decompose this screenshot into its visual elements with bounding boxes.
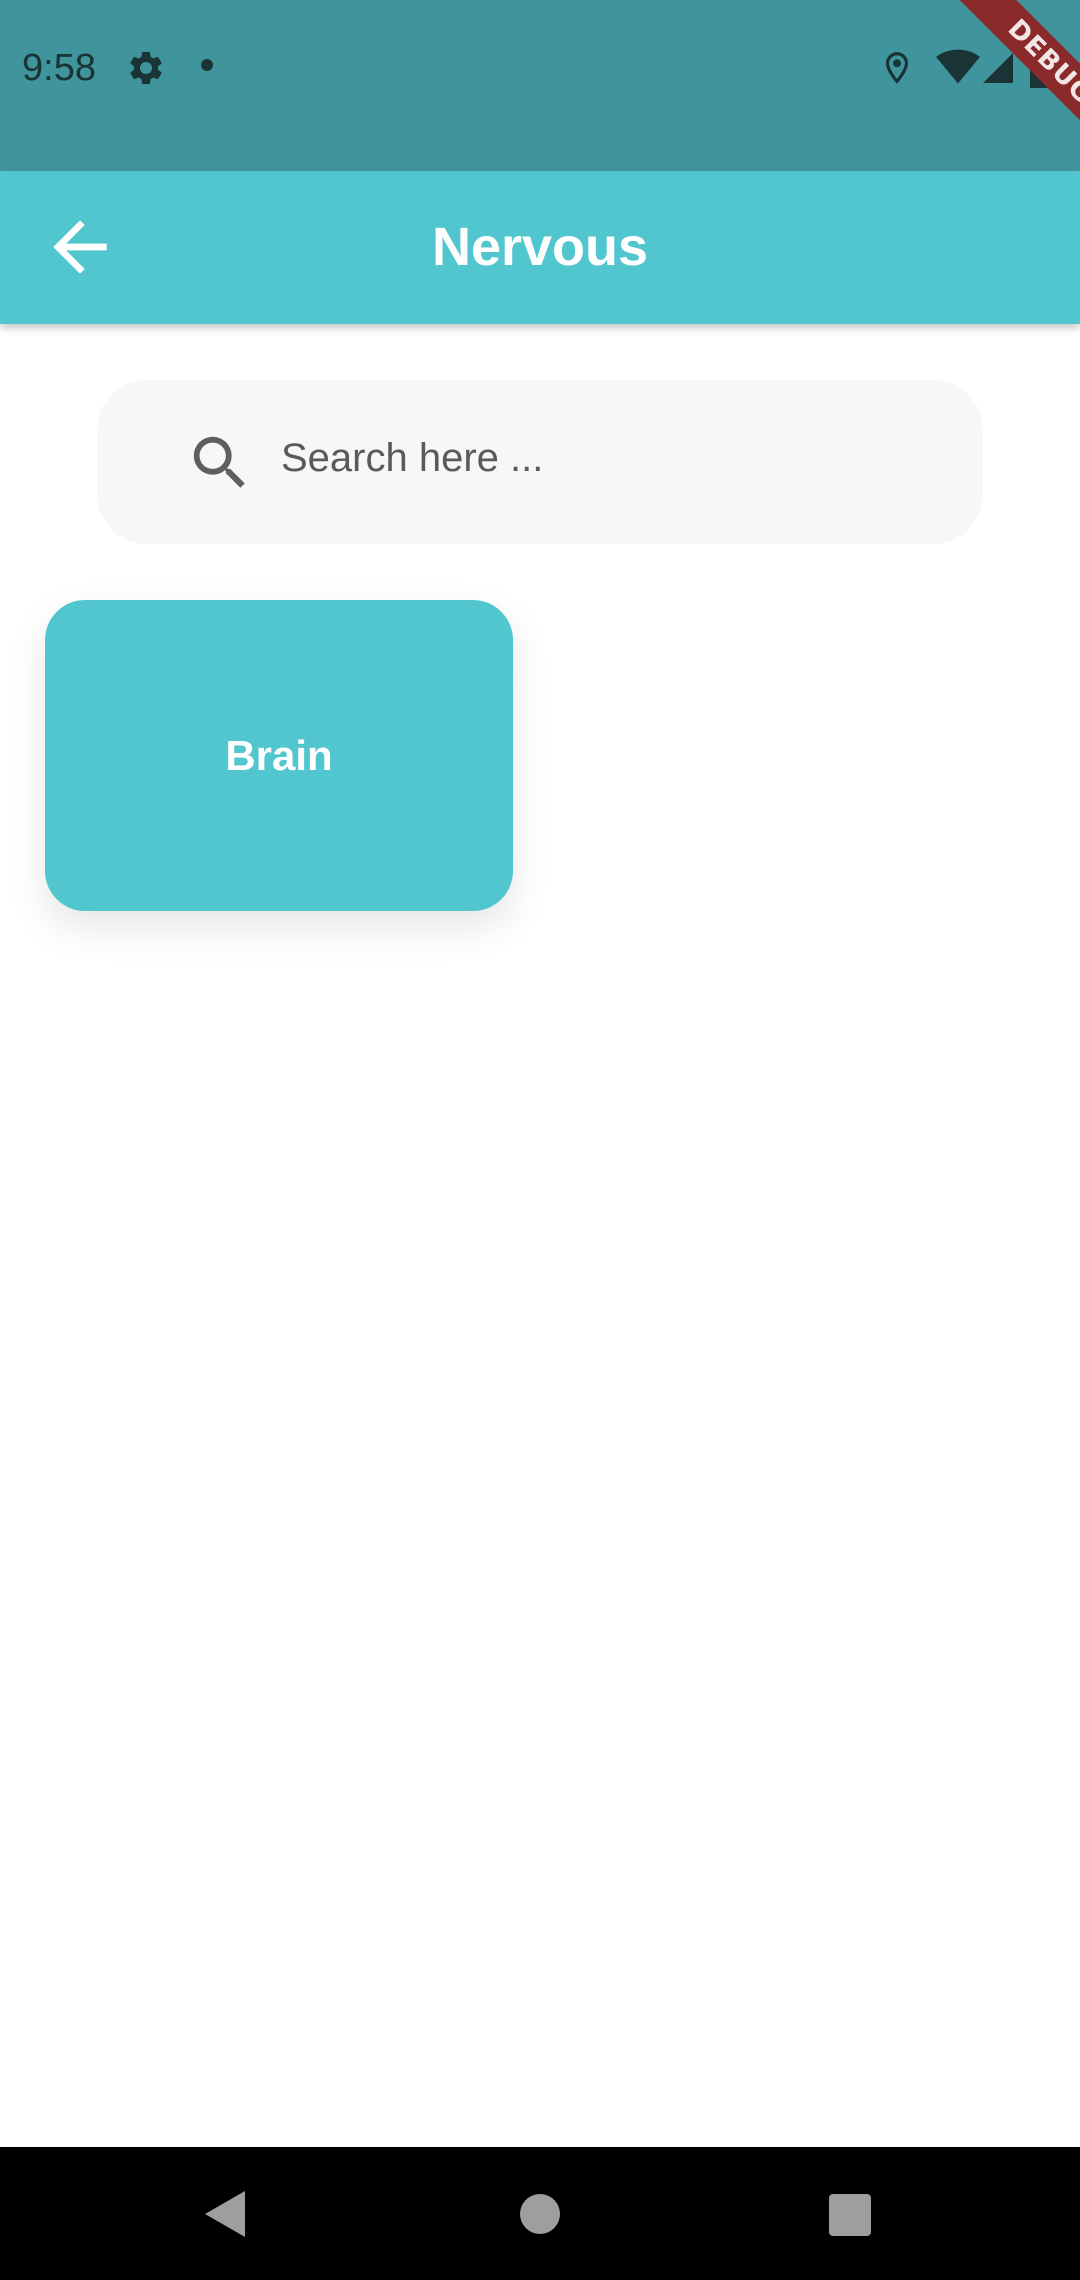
search-input[interactable] xyxy=(281,418,921,498)
system-nav-bar xyxy=(0,2147,1080,2280)
category-label: Brain xyxy=(225,732,333,779)
arrow-back-icon[interactable] xyxy=(40,207,120,287)
gear-icon xyxy=(130,51,162,84)
back-triangle-icon[interactable] xyxy=(205,2191,245,2237)
search-icon xyxy=(193,436,245,488)
search-bar[interactable] xyxy=(97,380,983,544)
recents-square-icon[interactable] xyxy=(829,2194,871,2236)
home-circle-icon[interactable] xyxy=(519,2193,561,2235)
debug-banner-label: DEBUG xyxy=(951,0,1080,160)
debug-banner: DEBUG xyxy=(920,0,1080,160)
page-title: Nervous xyxy=(431,217,649,277)
status-bar: 9:58 DEBUG xyxy=(0,0,1080,171)
app-bar: Nervous xyxy=(0,171,1080,324)
status-time: 9:58 xyxy=(22,47,96,89)
category-card-brain[interactable]: Brain xyxy=(45,600,513,911)
location-icon xyxy=(885,52,909,84)
notification-dot-icon xyxy=(201,59,213,71)
